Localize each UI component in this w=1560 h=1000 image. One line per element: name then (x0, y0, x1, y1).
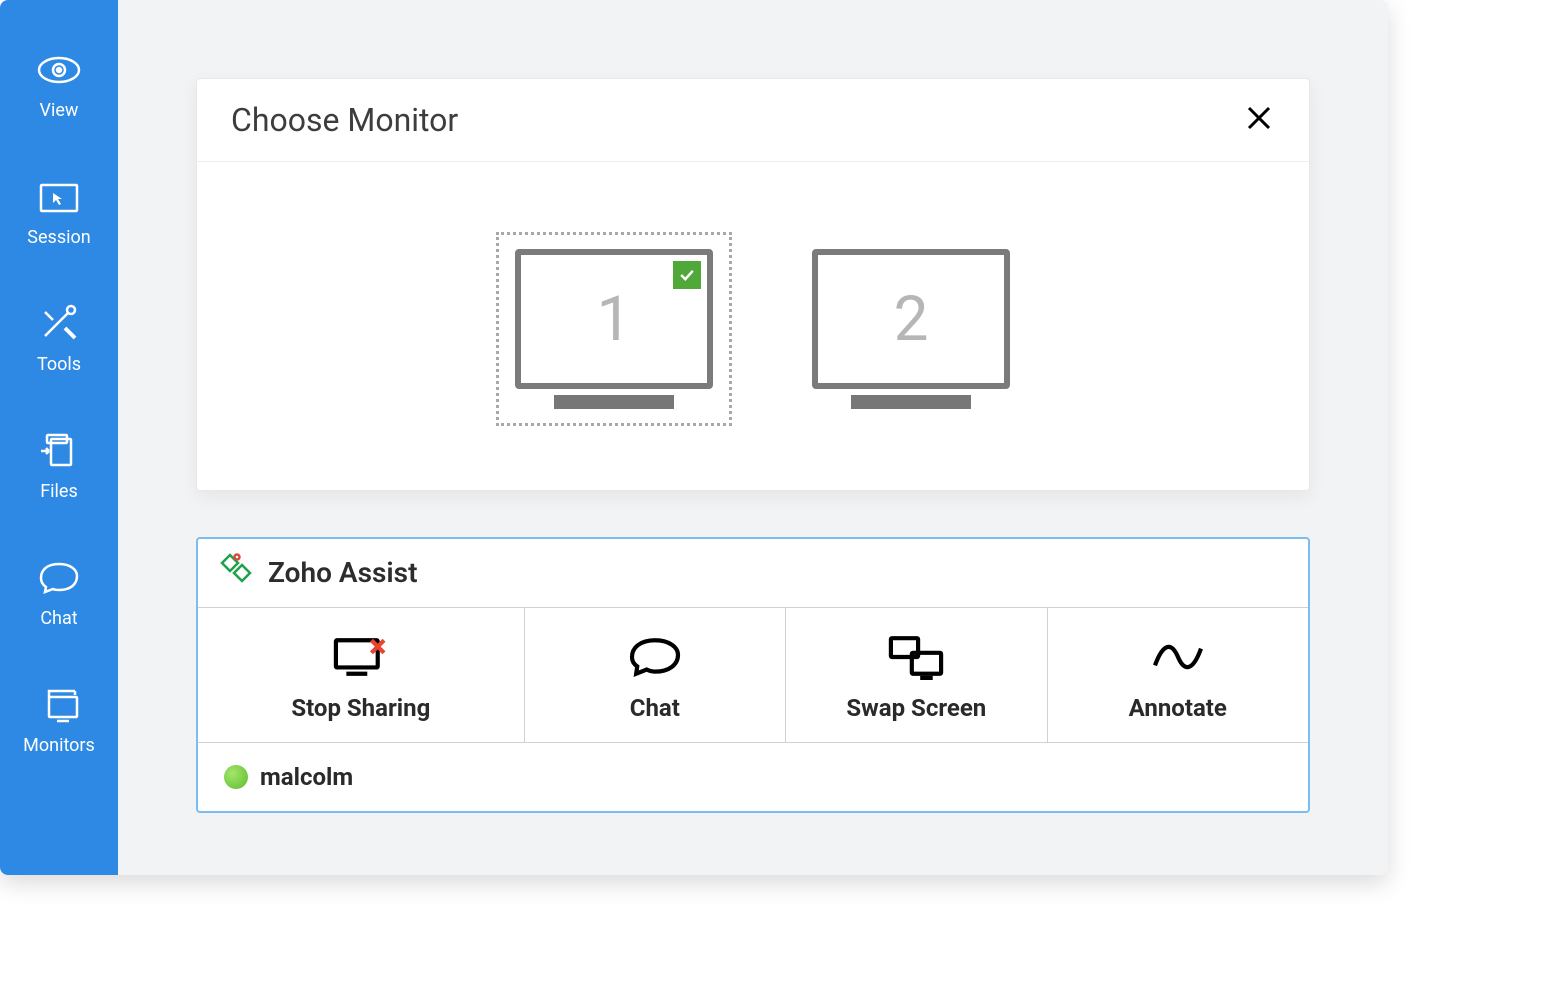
annotate-icon (1146, 634, 1210, 684)
action-label: Swap Screen (846, 694, 986, 722)
chat-bubble-icon (35, 558, 83, 602)
chat-button[interactable]: Chat (525, 608, 786, 742)
sidebar-item-label: View (40, 100, 79, 121)
monitor-stand (851, 395, 971, 409)
zoho-assist-logo-icon (216, 551, 258, 593)
monitor-number: 1 (597, 283, 632, 356)
action-label: Annotate (1129, 694, 1227, 722)
main-content: Choose Monitor 1 (118, 0, 1388, 875)
action-label: Chat (630, 694, 680, 722)
stop-sharing-icon (329, 634, 393, 684)
choose-monitor-panel: Choose Monitor 1 (196, 78, 1310, 491)
sidebar-item-files[interactable]: Files (35, 431, 83, 502)
sidebar-item-label: Chat (40, 608, 77, 629)
files-icon (35, 431, 83, 475)
assist-title-row: Zoho Assist (198, 539, 1308, 607)
close-button[interactable] (1243, 102, 1275, 138)
sidebar-item-label: Monitors (23, 735, 95, 756)
sidebar-item-monitors[interactable]: Monitors (23, 685, 95, 756)
sidebar-item-view[interactable]: View (35, 50, 83, 121)
swap-screen-icon (884, 634, 948, 684)
sidebar-item-session[interactable]: Session (27, 177, 90, 248)
stop-sharing-button[interactable]: Stop Sharing (198, 608, 525, 742)
eye-icon (35, 50, 83, 94)
close-icon (1243, 119, 1275, 138)
swap-screen-button[interactable]: Swap Screen (786, 608, 1047, 742)
annotate-button[interactable]: Annotate (1048, 608, 1308, 742)
multi-monitor-icon (35, 685, 83, 729)
monitor-option-2[interactable]: 2 (812, 249, 1010, 409)
app-window: View Session Tools (0, 0, 1388, 875)
sidebar-item-chat[interactable]: Chat (35, 558, 83, 629)
sidebar-item-label: Files (40, 481, 78, 502)
assist-action-row: Stop Sharing Chat (198, 607, 1308, 743)
check-icon (673, 261, 701, 289)
sidebar: View Session Tools (0, 0, 118, 875)
monitor-icon: 2 (812, 249, 1010, 409)
user-row: malcolm (198, 743, 1308, 811)
sidebar-item-tools[interactable]: Tools (35, 304, 83, 375)
monitor-number: 2 (894, 283, 929, 356)
chat-bubble-icon (623, 634, 687, 684)
monitor-icon: 1 (515, 249, 713, 409)
sidebar-item-label: Session (27, 227, 90, 248)
tools-icon (35, 304, 83, 348)
user-name: malcolm (260, 763, 353, 791)
action-label: Stop Sharing (291, 694, 430, 722)
monitor-stand (554, 395, 674, 409)
choose-monitor-body: 1 2 (197, 162, 1309, 490)
choose-monitor-header: Choose Monitor (197, 79, 1309, 162)
assist-title: Zoho Assist (268, 556, 418, 589)
choose-monitor-title: Choose Monitor (231, 101, 458, 139)
assist-panel: Zoho Assist Stop Sharing (196, 537, 1310, 813)
monitor-pointer-icon (35, 177, 83, 221)
status-online-icon (224, 765, 248, 789)
monitor-option-1[interactable]: 1 (496, 232, 732, 426)
sidebar-item-label: Tools (37, 354, 81, 375)
